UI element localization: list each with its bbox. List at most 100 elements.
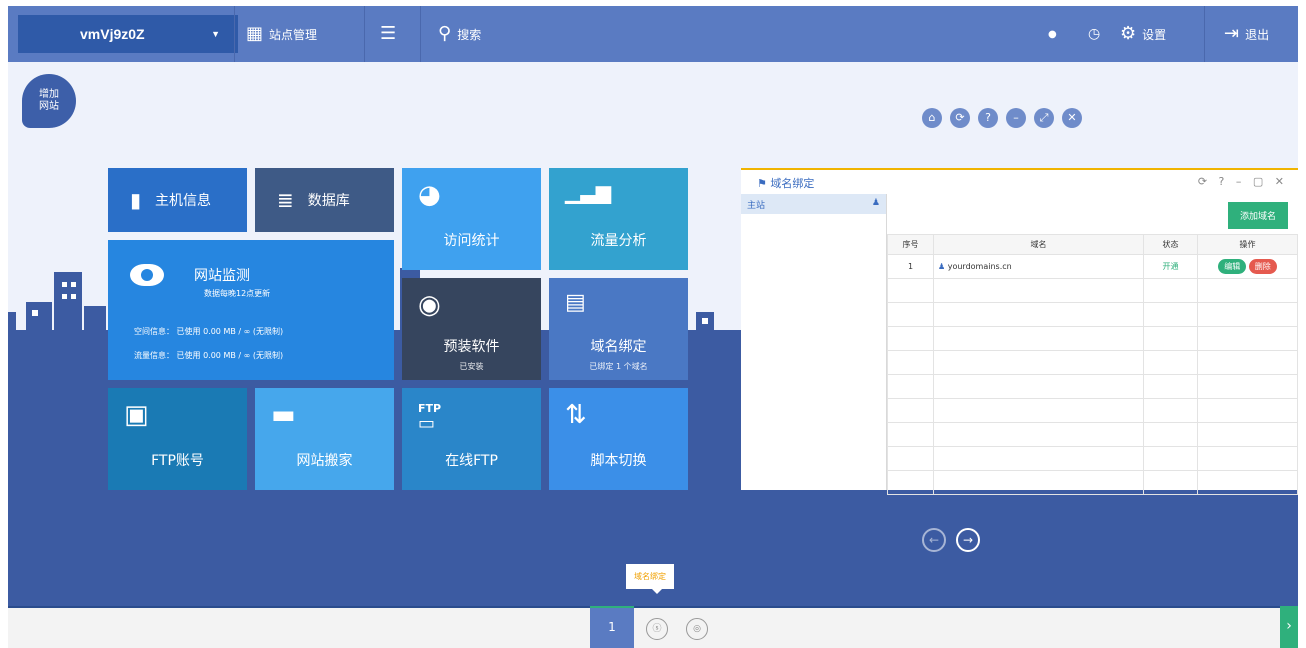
tile-online-ftp-label: 在线FTP: [445, 453, 498, 469]
table-row: [887, 302, 1298, 327]
user-icon: ♟: [871, 198, 880, 208]
taskbar: 1 ⓢ ◎ ›: [8, 606, 1298, 648]
search-label: 搜索: [457, 27, 482, 42]
taskbar-item-desktop-1[interactable]: 1: [590, 606, 634, 648]
table-header: 序号 域名 状态 操作: [887, 234, 1298, 255]
window-shortcuts: ⌂ ⟳ ? – ⤢ ✕: [922, 108, 1082, 128]
domain-binding-window: ⚑ 域名绑定 ⟳ ? – ▢ ✕ 主站 ♟ 添加域名 序号 域名 状态 操作 1…: [741, 168, 1298, 495]
site-manage-label: 站点管理: [269, 27, 318, 42]
sitemap-icon: ▦: [246, 23, 264, 44]
search-button[interactable]: ⚲ 搜索: [438, 6, 481, 62]
help-icon[interactable]: ?: [978, 108, 998, 128]
menu-list-button[interactable]: ☰: [380, 6, 396, 62]
host-name: vmVj9z0Z: [80, 26, 145, 42]
tile-site-migrate[interactable]: ▬ 网站搬家: [255, 388, 394, 490]
tile-online-ftp[interactable]: FTP ▭ 在线FTP: [402, 388, 541, 490]
table-row: [887, 374, 1298, 399]
tile-host-info-label: 主机信息: [155, 193, 212, 209]
add-site-button[interactable]: 增加 网站: [22, 74, 76, 128]
delete-button[interactable]: 删除: [1248, 259, 1277, 274]
taskbar-item-domain-binding[interactable]: ⓢ: [646, 618, 668, 640]
tile-ftp-account-label: FTP账号: [151, 453, 204, 469]
divider: [420, 6, 421, 62]
add-site-label-2: 网站: [39, 101, 59, 112]
tile-database[interactable]: ≣ 数据库: [255, 168, 394, 232]
tile-script-switch[interactable]: ⇅ 脚本切换: [549, 388, 688, 490]
tile-traffic-label: 流量分析: [590, 233, 647, 249]
table-row: [887, 350, 1298, 375]
chat-button[interactable]: ●: [1048, 6, 1057, 62]
maximize-icon[interactable]: ⤢: [1034, 108, 1054, 128]
site-sidebar: 主站 ♟: [741, 194, 887, 490]
divider: [364, 6, 365, 62]
domain-name: yourdomains.cn: [947, 262, 1012, 271]
document-add-icon: ▤: [565, 290, 586, 315]
tile-migrate-label: 网站搬家: [296, 453, 353, 469]
tile-database-label: 数据库: [307, 193, 350, 209]
settings-label: 设置: [1142, 27, 1167, 42]
truck-icon: ▬: [271, 400, 296, 430]
top-bar: vmVj9z0Z ▼ ▦ 站点管理 ☰ ⚲ 搜索 ● ◷ ⚙ 设置 ⇥ 退出: [8, 6, 1298, 62]
logout-button[interactable]: ⇥ 退出: [1224, 6, 1269, 62]
server-icon: ▭: [418, 413, 436, 434]
list-icon: ☰: [380, 23, 397, 44]
tile-monitor-title: 网站监测: [194, 268, 250, 284]
window-icon: ⚑: [757, 177, 771, 190]
table-row: [887, 326, 1298, 351]
status-badge: 开通: [1143, 254, 1198, 279]
tile-ftp-account[interactable]: ▣ FTP账号: [108, 388, 247, 490]
disc-icon: ◉: [418, 290, 441, 320]
domain-table: 序号 域名 状态 操作 1 ♟ yourdomains.cn 开通 编辑 删除: [887, 234, 1298, 495]
home-icon[interactable]: ⌂: [922, 108, 942, 128]
table-row: [887, 422, 1298, 447]
contact-card-icon: ▣: [124, 400, 149, 430]
tile-preinstalled-software[interactable]: ◉ 预装软件 已安装: [402, 278, 541, 380]
actions-cell: 编辑 删除: [1197, 254, 1298, 279]
table-row: [887, 470, 1298, 495]
table-row: 1 ♟ yourdomains.cn 开通 编辑 删除: [887, 254, 1298, 279]
tile-traffic-analysis[interactable]: ▁▃▆ 流量分析: [549, 168, 688, 270]
arrow-left-icon[interactable]: ←: [922, 528, 946, 552]
chevron-right-icon[interactable]: ›: [1280, 606, 1298, 648]
edit-button[interactable]: 编辑: [1218, 259, 1247, 274]
domain-cell: ♟ yourdomains.cn: [933, 254, 1144, 279]
column-header: 序号: [887, 234, 934, 255]
host-selector[interactable]: vmVj9z0Z ▼: [18, 15, 238, 53]
add-domain-button[interactable]: 添加域名: [1227, 202, 1288, 229]
window-controls[interactable]: ⟳ ? – ▢ ✕: [1198, 175, 1288, 188]
tile-domain-binding[interactable]: ▤ 域名绑定 已绑定 1 个域名: [549, 278, 688, 380]
switch-arrows-icon: ⇅: [565, 400, 587, 430]
logout-label: 退出: [1245, 27, 1270, 42]
search-icon: ⚲: [438, 23, 452, 44]
divider: [234, 6, 235, 62]
tile-site-monitor[interactable]: 网站监测 数据每晚12点更新 空间信息： 已使用 0.00 MB / ∞ (无限…: [108, 240, 394, 380]
pie-chart-icon: ◕: [418, 180, 441, 210]
clock-button[interactable]: ◷: [1088, 6, 1100, 62]
tile-host-info[interactable]: ▮ 主机信息: [108, 168, 247, 232]
sidebar-item-main-site[interactable]: 主站 ♟: [741, 194, 886, 214]
user-icon: ♟: [938, 262, 946, 271]
eye-icon: [130, 264, 164, 286]
arrow-right-icon[interactable]: →: [956, 528, 980, 552]
tile-script-switch-label: 脚本切换: [590, 453, 647, 469]
tile-software-label: 预装软件: [443, 339, 500, 355]
space-info: 空间信息： 已使用 0.00 MB / ∞ (无限制): [134, 327, 284, 336]
close-icon[interactable]: ✕: [1062, 108, 1082, 128]
chat-icon: ●: [1048, 28, 1057, 40]
chevron-down-icon: ▼: [211, 29, 220, 39]
gear-icon: ⚙: [1120, 23, 1137, 44]
database-icon: ≣: [277, 188, 294, 212]
tile-visit-stats[interactable]: ◕ 访问统计: [402, 168, 541, 270]
minimize-icon[interactable]: –: [1006, 108, 1026, 128]
column-header: 域名: [933, 234, 1144, 255]
table-row: [887, 278, 1298, 303]
taskbar-item-online-ftp[interactable]: ◎: [686, 618, 708, 640]
device-icon: ▮: [130, 188, 142, 212]
site-manage-button[interactable]: ▦ 站点管理: [246, 6, 317, 62]
settings-button[interactable]: ⚙ 设置: [1120, 6, 1166, 62]
column-header: 操作: [1197, 234, 1298, 255]
refresh-icon[interactable]: ⟳: [950, 108, 970, 128]
tile-monitor-subtitle: 数据每晚12点更新: [204, 289, 271, 298]
row-number: 1: [887, 254, 934, 279]
add-site-label-1: 增加: [39, 89, 59, 100]
